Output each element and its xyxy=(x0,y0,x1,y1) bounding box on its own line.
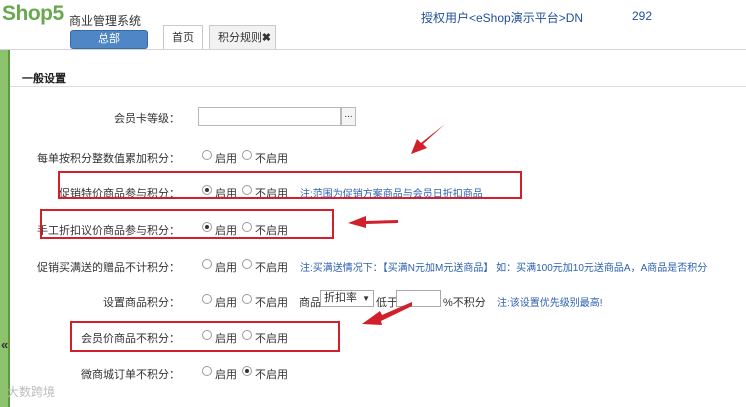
row-member-level: 会员卡等级： ... xyxy=(0,107,746,127)
product-label: 商品 xyxy=(299,297,321,309)
row-per-order: 每单按积分整数值累加积分： 启用 不启用 xyxy=(0,147,746,167)
row-promo-gift: 促销买满送的赠品不计积分： 启用 不启用 注:买满送情况下：【买满N元加M元送商… xyxy=(0,256,746,276)
radio-on-label: 启用 xyxy=(215,262,237,274)
radio-off-label: 不启用 xyxy=(255,369,288,381)
promo-gift-note: 注:买满送情况下：【买满N元加M元送商品】 如：买满100元加10元送商品A，A… xyxy=(300,263,708,274)
product-points-note: 注:该设置优先级别最高! xyxy=(497,298,603,309)
radio-off-label: 不启用 xyxy=(255,153,288,165)
per-order-label: 每单按积分整数值累加积分： xyxy=(37,153,180,165)
watermark: 大数跨境 xyxy=(7,385,56,399)
annotation-arrow-icon xyxy=(348,216,398,228)
percent-label: %不积分 xyxy=(443,297,486,309)
tab-label: 积分规则 xyxy=(218,32,262,44)
select-value: 折扣率 xyxy=(324,292,357,304)
per-order-off-radio[interactable] xyxy=(242,150,252,160)
wechat-orders-label: 微商城订单不积分： xyxy=(81,369,180,381)
promo-gift-on-radio[interactable] xyxy=(202,259,212,269)
wechat-orders-on-radio[interactable] xyxy=(202,366,212,376)
system-name: 商业管理系统 xyxy=(69,14,142,28)
radio-on-label: 启用 xyxy=(215,369,237,381)
close-icon[interactable]: ✖ xyxy=(262,26,271,50)
row-wechat-orders: 微商城订单不积分： 启用 不启用 xyxy=(0,363,746,383)
ellipsis-icon[interactable]: ... xyxy=(341,107,356,126)
headquarters-button[interactable]: 总部 xyxy=(70,30,148,49)
radio-off-label: 不启用 xyxy=(255,297,288,309)
section-divider xyxy=(10,86,746,87)
annotation-arrow-icon xyxy=(362,302,412,325)
radio-off-label: 不启用 xyxy=(255,262,288,274)
product-points-label: 设置商品积分： xyxy=(103,297,180,309)
authorized-user: 授权用户<eShop演示平台>DN xyxy=(421,11,584,25)
tab-points-rules[interactable]: 积分规则 ✖ xyxy=(209,25,276,49)
wechat-orders-off-radio[interactable] xyxy=(242,366,252,376)
annotation-box-promo-price xyxy=(58,171,522,199)
member-level-input[interactable] xyxy=(198,107,341,126)
product-points-on-radio[interactable] xyxy=(202,294,212,304)
promo-gift-label: 促销买满送的赠品不计积分： xyxy=(37,262,180,274)
app-header: Shop5 商业管理系统 总部 首页 积分规则 ✖ 授权用户<eShop演示平台… xyxy=(0,0,746,50)
app-logo: Shop5 xyxy=(2,2,64,25)
annotation-box-member-price xyxy=(70,321,340,352)
radio-on-label: 启用 xyxy=(215,297,237,309)
promo-gift-off-radio[interactable] xyxy=(242,259,252,269)
member-level-label: 会员卡等级： xyxy=(114,113,180,125)
section-title: 一般设置 xyxy=(22,73,66,85)
annotation-box-manual-discount xyxy=(40,209,334,239)
radio-on-label: 启用 xyxy=(215,153,237,165)
per-order-on-radio[interactable] xyxy=(202,150,212,160)
product-points-off-radio[interactable] xyxy=(242,294,252,304)
authorized-user-suffix: 292 xyxy=(632,9,653,23)
annotation-arrow-icon xyxy=(411,124,445,154)
tab-home[interactable]: 首页 xyxy=(163,25,203,50)
